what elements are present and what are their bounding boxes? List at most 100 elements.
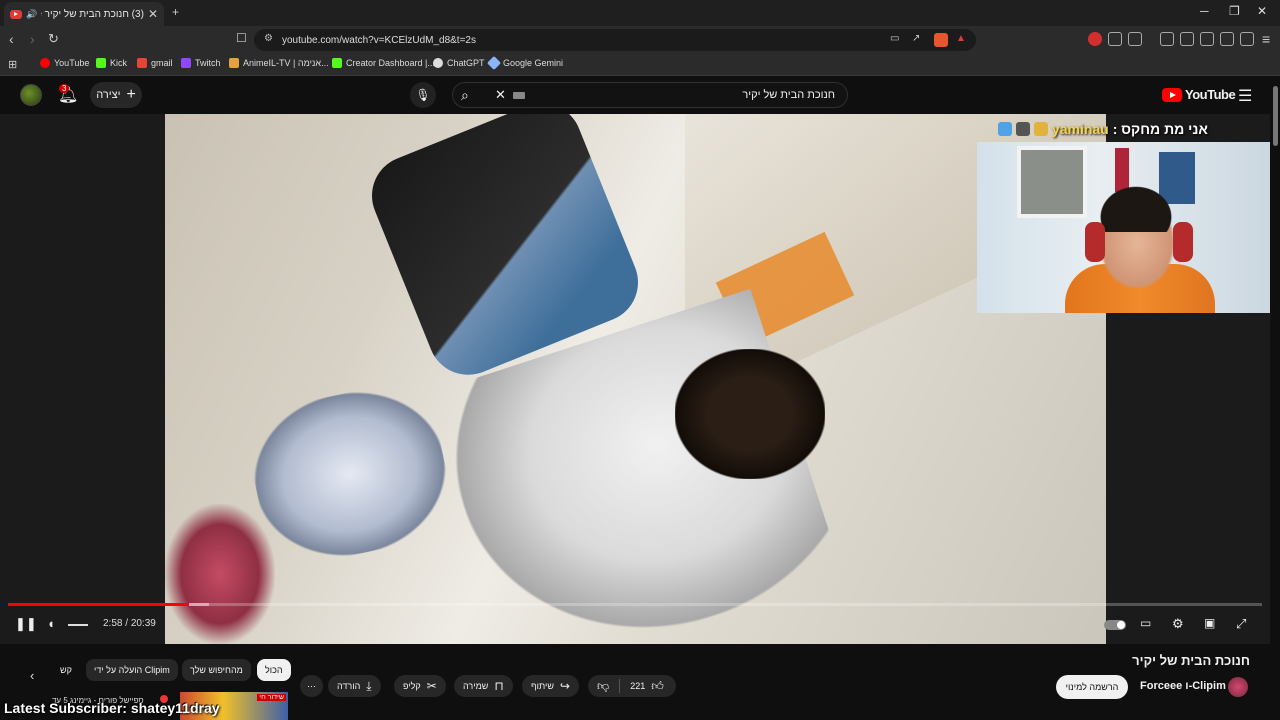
twitch-icon	[181, 58, 191, 68]
chip-all[interactable]: הכול	[257, 659, 291, 681]
leo-ai-icon[interactable]	[1220, 32, 1234, 46]
search-query: חנוכת הבית של יקיר	[742, 89, 835, 101]
settings-gear-icon[interactable]: ⚙	[1172, 616, 1184, 632]
tab-title: (3) חנוכת הבית של יקיר ube	[41, 8, 144, 20]
headset-icon	[1173, 222, 1193, 262]
more-actions-button[interactable]: ⋯	[300, 675, 323, 697]
sidebar-toggle-icon[interactable]	[1180, 32, 1194, 46]
voice-search-button[interactable]: 🎙︎	[410, 82, 436, 108]
keyboard-icon[interactable]	[513, 92, 525, 99]
overlay-prefix: אני מת מחקס :	[1112, 121, 1208, 137]
fullscreen-icon[interactable]: ⤢	[1236, 616, 1246, 632]
video-player[interactable]: אני מת מחקס : yaminau ❚❚ ◖ 2:58 / 20:39 …	[0, 114, 1270, 644]
extension-box-icon[interactable]	[1128, 32, 1142, 46]
url-text: youtube.com/watch?v=KCElzUdM_d8&t=2s	[282, 34, 476, 46]
stream-overlay-caption: אני מת מחקס : yaminau	[998, 118, 1208, 140]
reload-icon[interactable]: ↻	[48, 31, 59, 47]
youtube-icon	[40, 58, 50, 68]
page-scrollbar[interactable]	[1270, 76, 1280, 720]
progress-bar[interactable]	[8, 603, 1262, 606]
youtube-logo[interactable]: YouTube	[1162, 87, 1236, 102]
subtitles-icon[interactable]: ▭	[1140, 616, 1151, 630]
browser-tab-bar: 🔊 (3) חנוכת הבית של יקיר ube ✕ + ─ ❐ ✕	[0, 0, 1280, 26]
address-bar[interactable]: ⚙ youtube.com/watch?v=KCElzUdM_d8&t=2s ▭…	[254, 29, 976, 51]
bookmark-kick[interactable]: Kick	[96, 58, 127, 68]
bookmark-animeil[interactable]: AnimeIL-TV | אנימה...	[229, 58, 329, 68]
chatgpt-icon	[433, 58, 443, 68]
scrollbar-thumb[interactable]	[1273, 86, 1278, 146]
progress-played	[8, 603, 189, 606]
bookmark-gemini[interactable]: Google Gemini	[486, 55, 563, 71]
like-dislike-group: 👎︎ 221 👍︎	[588, 675, 676, 697]
bookmark-label: YouTube	[54, 58, 90, 68]
channel-avatar[interactable]	[1228, 677, 1248, 697]
microphone-icon: 🎙︎	[415, 88, 431, 102]
bookmark-gmail[interactable]: gmail	[137, 58, 173, 68]
site-info-icon[interactable]: ⚙	[264, 33, 273, 44]
new-tab-button[interactable]: +	[172, 5, 179, 19]
volume-slider[interactable]	[68, 624, 88, 626]
tab-close-icon[interactable]: ✕	[148, 7, 158, 21]
gmail-icon	[137, 58, 147, 68]
save-bookmark-icon: ⊓	[494, 679, 504, 693]
guide-menu-icon[interactable]: ☰	[1238, 86, 1252, 106]
emote-icon	[1033, 122, 1048, 136]
media-controls-icon[interactable]	[1160, 32, 1174, 46]
share-button[interactable]: שיתוף ↪	[522, 675, 579, 697]
bookmark-label: Creator Dashboard |...	[346, 58, 435, 68]
timecode: 2:58 / 20:39	[103, 618, 156, 629]
extensions-puzzle-icon[interactable]	[1108, 32, 1122, 46]
bookmark-creator-dashboard[interactable]: Creator Dashboard |...	[332, 58, 435, 68]
account-avatar[interactable]	[20, 84, 42, 106]
save-button[interactable]: שמירה ⊓	[454, 675, 513, 697]
brave-shield-icon[interactable]	[934, 33, 948, 47]
autoplay-toggle[interactable]	[1104, 620, 1126, 630]
video-frame[interactable]	[165, 114, 1106, 644]
extension-record-icon[interactable]	[1088, 32, 1102, 46]
audio-playing-icon[interactable]: 🔊	[26, 9, 37, 20]
chip-from-your-search[interactable]: מהחיפוש שלך	[182, 659, 251, 681]
clear-search-icon[interactable]: ✕	[495, 87, 506, 103]
volume-icon[interactable]: ◖	[47, 616, 55, 631]
download-button[interactable]: הורדה ⤓	[328, 675, 381, 697]
dislike-icon[interactable]: 👎︎	[597, 679, 609, 694]
pause-icon[interactable]: ❚❚	[15, 616, 37, 632]
search-input[interactable]: ⌕ ✕ חנוכת הבית של יקיר	[452, 82, 848, 108]
bookmark-chatgpt[interactable]: ChatGPT	[433, 58, 485, 68]
wallet-icon[interactable]	[1200, 32, 1214, 46]
chip-uploaded-by[interactable]: הועלה על ידי Clipim	[86, 659, 178, 681]
search-icon[interactable]: ⌕	[461, 87, 469, 104]
logo-text: YouTube	[1185, 87, 1236, 102]
share-page-icon[interactable]: ↗	[912, 33, 920, 44]
close-window-button[interactable]: ✕	[1257, 4, 1267, 18]
apps-grid-icon[interactable]: ⊞	[8, 58, 17, 71]
plus-icon: +	[126, 86, 136, 103]
clip-button[interactable]: קליפ ✂	[394, 675, 446, 697]
bookmark-label: gmail	[151, 58, 173, 68]
miniplayer-icon[interactable]: ▣	[1204, 616, 1215, 630]
bookmark-youtube[interactable]: YouTube	[40, 58, 89, 68]
like-count[interactable]: 221	[630, 681, 645, 691]
browser-tab[interactable]: 🔊 (3) חנוכת הבית של יקיר ube ✕	[4, 2, 164, 26]
download-label: הורדה	[337, 681, 361, 691]
vpn-shield-icon[interactable]	[1240, 32, 1254, 46]
bookmark-twitch[interactable]: Twitch	[181, 58, 221, 68]
create-button[interactable]: יצירה +	[90, 82, 142, 108]
scissors-icon: ✂	[426, 679, 437, 693]
channel-name[interactable]: Forceee ו-Clipim	[1140, 680, 1226, 692]
create-label: יצירה	[96, 89, 121, 101]
cast-icon[interactable]: ▭	[890, 33, 899, 44]
browser-menu-icon[interactable]: ≡	[1262, 31, 1270, 47]
minimize-button[interactable]: ─	[1200, 4, 1209, 18]
subscribe-button[interactable]: הרשמה למינוי	[1056, 675, 1128, 699]
more-icon: ⋯	[307, 680, 316, 691]
maximize-button[interactable]: ❐	[1229, 4, 1240, 18]
brave-rewards-icon[interactable]: ▲	[956, 33, 966, 44]
chips-scroll-left-icon[interactable]: ‹	[30, 668, 34, 683]
back-icon[interactable]: ‹	[9, 31, 14, 47]
like-icon[interactable]: 👍︎	[651, 679, 664, 694]
share-arrow-icon: ↪	[559, 679, 570, 693]
forward-icon[interactable]: ›	[30, 31, 35, 47]
bookmark-page-icon[interactable]: ☐	[236, 31, 247, 45]
chip-partial[interactable]: קש	[56, 659, 76, 681]
